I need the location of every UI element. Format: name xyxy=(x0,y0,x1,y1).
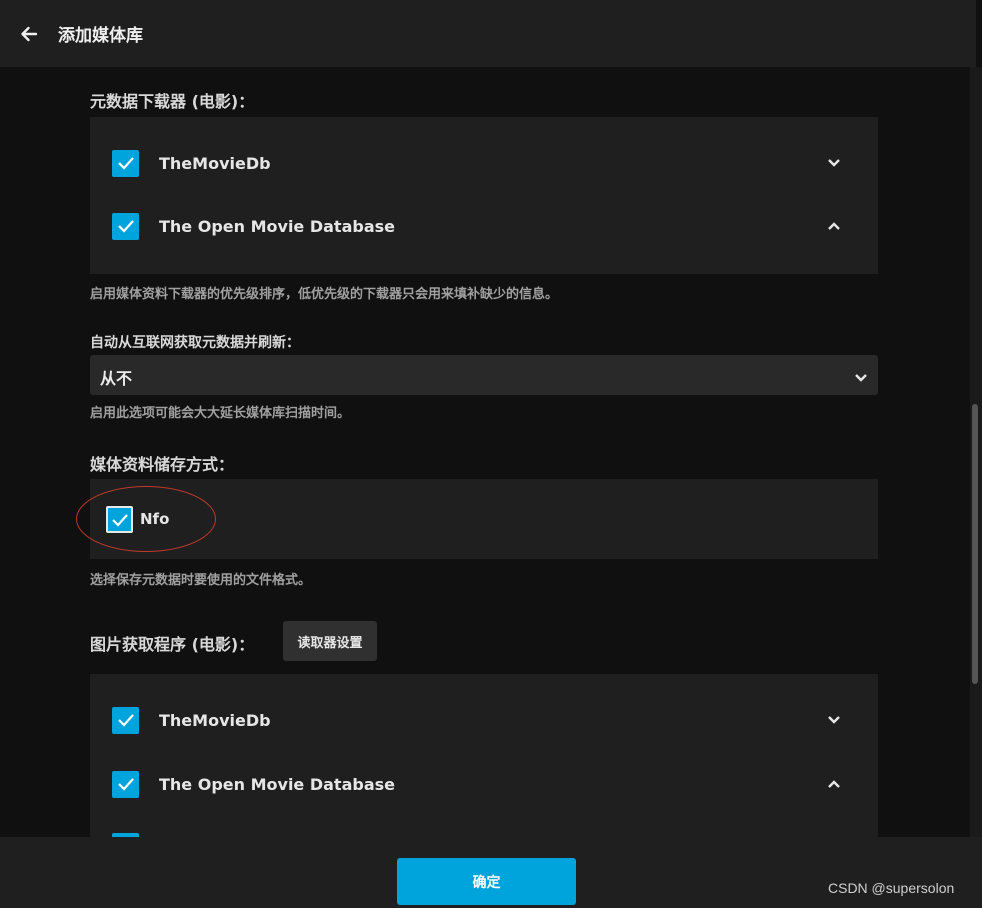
auto-refresh-label: 自动从互联网获取元数据并刷新： xyxy=(90,335,300,351)
metadata-savers-help: 选择保存元数据时要使用的文件格式。 xyxy=(90,573,312,588)
chevron-down-icon xyxy=(828,159,840,167)
chevron-up-icon xyxy=(828,222,840,230)
metadata-provider-row[interactable]: The Open Movie Database xyxy=(90,201,878,251)
watermark: CSDN @supersolon xyxy=(828,880,955,896)
provider-checkbox[interactable] xyxy=(112,212,139,240)
image-fetchers-label: 图片获取程序 (电影)： xyxy=(90,635,255,654)
provider-name: TheMovieDb xyxy=(159,153,271,173)
chevron-down-icon xyxy=(828,716,840,724)
move-up-button[interactable] xyxy=(826,776,842,792)
provider-checkbox[interactable] xyxy=(112,149,139,177)
provider-checkbox[interactable] xyxy=(112,706,139,734)
auto-refresh-value: 从不 xyxy=(100,369,133,388)
image-provider-row[interactable]: The Open Movie Database xyxy=(90,759,878,809)
checkmark-icon xyxy=(117,778,134,791)
provider-checkbox[interactable] xyxy=(112,770,139,798)
checkmark-icon xyxy=(117,157,134,170)
auto-refresh-help: 启用此选项可能会大大延长媒体库扫描时间。 xyxy=(90,406,351,421)
move-down-button[interactable] xyxy=(826,155,842,171)
auto-refresh-select[interactable]: 从不 xyxy=(90,355,878,395)
chevron-up-icon xyxy=(828,780,840,788)
ok-button[interactable]: 确定 xyxy=(397,858,576,905)
scrollbar-thumb[interactable] xyxy=(972,404,978,684)
page-title: 添加媒体库 xyxy=(58,26,143,46)
image-provider-row[interactable]: TheMovieDb xyxy=(90,695,878,745)
provider-name: The Open Movie Database xyxy=(159,774,395,794)
select-chevron xyxy=(854,368,868,387)
provider-name: The Open Movie Database xyxy=(159,216,395,236)
metadata-downloaders-panel: TheMovieDb The Open Movie Database xyxy=(90,117,878,274)
move-up-button[interactable] xyxy=(826,218,842,234)
library-form[interactable]: 元数据下载器 (电影)： TheMovieDb The Open Movie D… xyxy=(0,67,970,837)
metadata-downloaders-help: 启用媒体资料下载器的优先级排序，低优先级的下载器只会用来填补缺少的信息。 xyxy=(90,287,559,302)
annotation-ellipse xyxy=(76,486,216,552)
arrow-left-icon xyxy=(21,26,38,41)
fetcher-settings-button[interactable]: 读取器设置 xyxy=(283,621,377,661)
metadata-provider-row[interactable]: TheMovieDb xyxy=(90,138,878,188)
move-down-button[interactable] xyxy=(826,712,842,728)
checkmark-icon xyxy=(117,714,134,727)
provider-name: TheMovieDb xyxy=(159,710,271,730)
metadata-savers-label: 媒体资料储存方式： xyxy=(90,455,235,474)
app-header: 添加媒体库 xyxy=(0,0,976,67)
image-fetchers-panel: TheMovieDb The Open Movie Database xyxy=(90,674,878,837)
chevron-down-icon xyxy=(855,374,867,382)
checkmark-icon xyxy=(117,220,134,233)
footer: 确定 CSDN @supersolon xyxy=(0,837,982,908)
metadata-downloaders-label: 元数据下载器 (电影)： xyxy=(90,92,255,111)
back-button[interactable] xyxy=(0,0,58,67)
